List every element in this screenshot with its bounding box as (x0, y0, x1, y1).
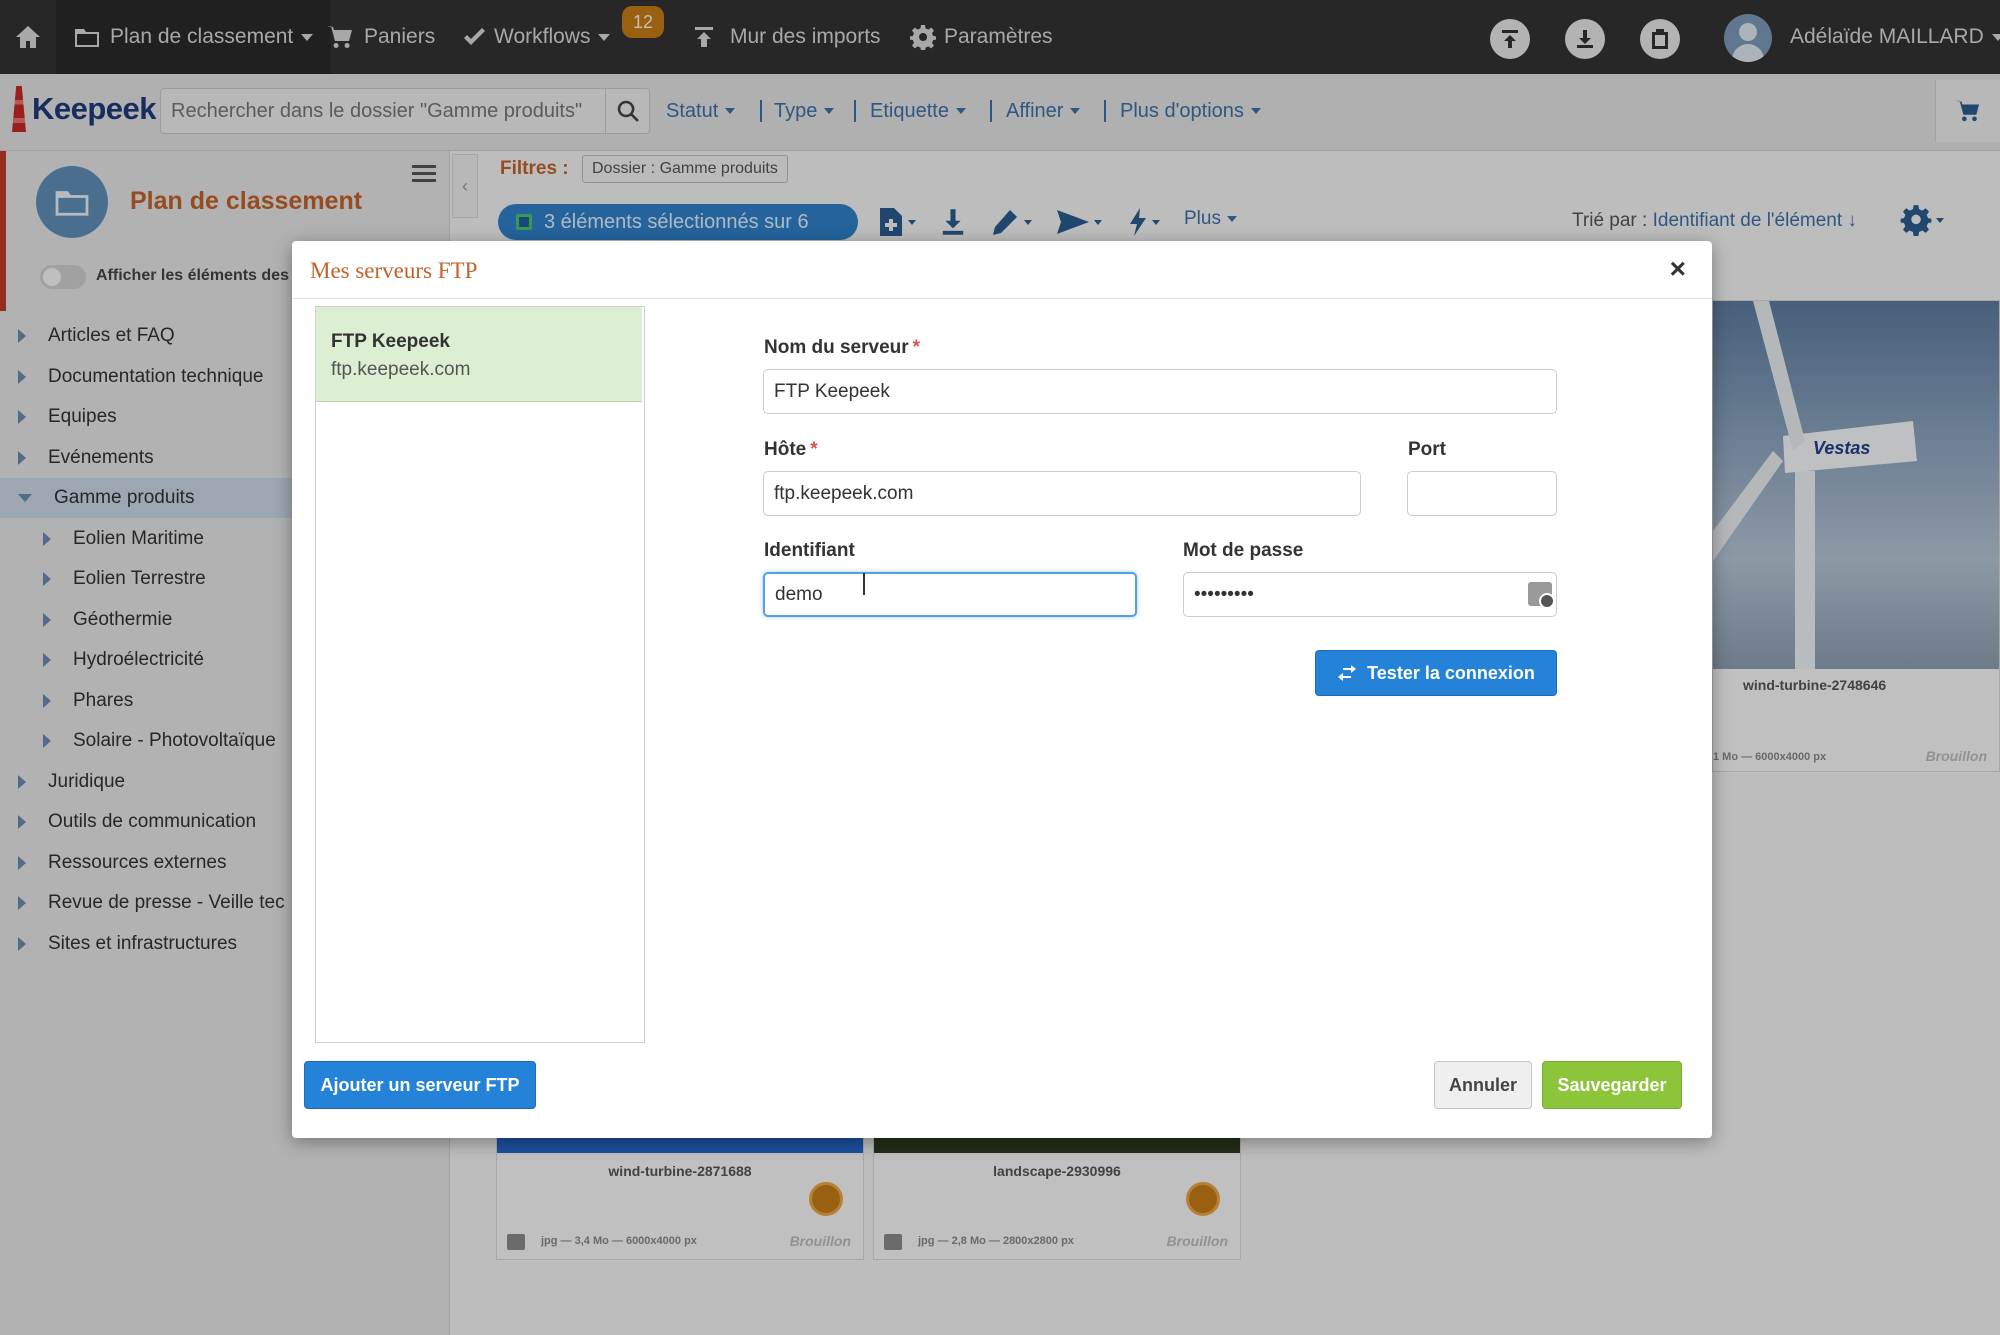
host-label: Hôte * (764, 439, 818, 461)
server-name-label-text: Nom du serveur (764, 337, 909, 358)
modal-title: Mes serveurs FTP (310, 258, 478, 283)
password-label: Mot de passe (1183, 540, 1304, 561)
port-field[interactable] (1407, 471, 1557, 516)
host-field[interactable] (763, 471, 1361, 516)
ftp-server-host: ftp.keepeek.com (331, 359, 471, 380)
server-name-field[interactable] (763, 369, 1557, 414)
swap-arrows-icon (1338, 665, 1357, 681)
username-field[interactable] (763, 572, 1137, 617)
test-connection-button[interactable]: Tester la connexion (1315, 650, 1557, 696)
test-connection-label: Tester la connexion (1367, 662, 1535, 683)
username-label: Identifiant (764, 540, 855, 561)
required-mark: * (810, 439, 818, 460)
cancel-button[interactable]: Annuler (1434, 1061, 1532, 1109)
save-button[interactable]: Sauvegarder (1542, 1061, 1682, 1109)
password-manager-icon[interactable] (1528, 582, 1555, 609)
required-mark: * (912, 337, 921, 358)
modal-header: Mes serveurs FTP × (292, 241, 1712, 299)
password-field[interactable] (1183, 572, 1557, 617)
ftp-servers-dialog: Mes serveurs FTP × FTP Keepeek ftp.keepe… (292, 241, 1712, 1138)
host-label-text: Hôte (764, 439, 807, 460)
add-ftp-server-button[interactable]: Ajouter un serveur FTP (304, 1061, 536, 1109)
mouse-text-cursor (863, 573, 865, 595)
close-icon[interactable]: × (1670, 253, 1686, 285)
server-name-label: Nom du serveur * (764, 337, 920, 359)
ftp-server-item[interactable]: FTP Keepeek ftp.keepeek.com (316, 307, 642, 402)
ftp-server-name: FTP Keepeek (331, 331, 450, 352)
port-label: Port (1408, 439, 1446, 460)
ftp-server-list: FTP Keepeek ftp.keepeek.com (315, 306, 645, 1043)
